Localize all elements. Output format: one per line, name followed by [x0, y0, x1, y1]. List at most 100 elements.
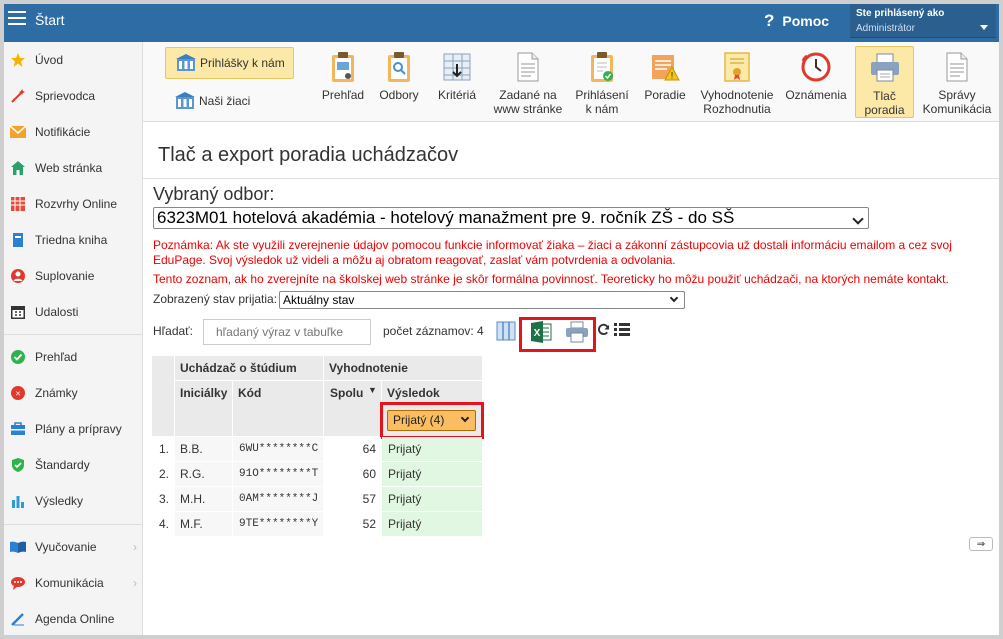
- refresh-icon: [597, 323, 610, 339]
- toolbar-ranking[interactable]: ! Poradie: [639, 46, 691, 118]
- sidebar-item-uvod[interactable]: Úvod: [4, 42, 143, 78]
- sidebar-item-label: Suplovanie: [35, 269, 95, 283]
- toolbar-evaluation[interactable]: Vyhodnotenie Rozhodnutia: [699, 46, 775, 118]
- row-number: 1.: [152, 437, 174, 461]
- result-filter-select[interactable]: Prijatý (4): [387, 410, 476, 431]
- certificate-icon: [720, 50, 754, 84]
- toolbar-notices[interactable]: Oznámenia: [784, 46, 848, 118]
- sidebar-item-label: Úvod: [35, 53, 64, 67]
- our-students-label: Naši žiaci: [199, 94, 251, 108]
- sidebar-divider: [4, 334, 143, 335]
- cell-total: 64: [324, 437, 381, 461]
- sidebar-item-notifikacie[interactable]: Notifikácie: [4, 114, 143, 150]
- sidebar-item-rozvrhy[interactable]: Rozvrhy Online: [4, 186, 143, 222]
- toolbar-label: Oznámenia: [785, 88, 847, 102]
- check-circle-icon: [9, 348, 27, 366]
- toolbar-label: Prehľad: [321, 88, 365, 102]
- columns-icon: [496, 321, 516, 344]
- sidebar-item-label: Agenda Online: [35, 612, 115, 626]
- user-label: Ste prihlásený ako: [856, 8, 945, 19]
- open-book-icon: [9, 538, 27, 556]
- toolbar-fields[interactable]: Odbory: [374, 46, 424, 118]
- clipboard-search-icon: [382, 50, 416, 84]
- sidebar-item-label: Udalosti: [35, 305, 79, 319]
- cell-code: 0AM********J: [233, 487, 323, 511]
- sidebar-item-triedna-kniha[interactable]: Triedna kniha: [4, 222, 143, 258]
- sidebar-item-agenda[interactable]: Agenda Online: [4, 601, 143, 637]
- print-button[interactable]: [564, 321, 590, 345]
- sidebar-item-prehlad[interactable]: Prehľad: [4, 339, 143, 375]
- clipboard-eye-icon: [326, 50, 360, 84]
- table-group-header: Vyhodnotenie: [324, 356, 482, 380]
- toolbar-label: k nám: [585, 102, 619, 116]
- refresh-button[interactable]: [596, 322, 610, 340]
- user-menu[interactable]: Ste prihlásený ako Administrátor: [850, 4, 996, 38]
- note-formal: Tento zoznam, ak ho zverejníte na školsk…: [153, 272, 949, 286]
- column-header-total[interactable]: Spolu ▼: [324, 381, 381, 436]
- search-input[interactable]: [203, 319, 371, 345]
- sidebar-item-sprievodca[interactable]: Sprievodca: [4, 78, 143, 114]
- toolbar-registered[interactable]: Prihlásení k nám: [573, 46, 631, 118]
- sidebar-divider: [4, 524, 143, 525]
- list-view-button[interactable]: [613, 322, 631, 340]
- module-toolbar: Prihlášky k nám Naši žiaci Prehľad Odbor…: [143, 42, 999, 122]
- help-button[interactable]: ? Pomoc: [764, 11, 829, 31]
- status-select-value: Aktuálny stav: [283, 293, 355, 307]
- toolbar-label: Zadané na: [499, 88, 557, 102]
- column-header-code[interactable]: Kód: [233, 381, 323, 436]
- chevron-down-icon: [669, 293, 679, 303]
- chevron-right-icon: ›: [133, 540, 137, 554]
- document-icon: [940, 50, 974, 84]
- sidebar-item-label: Prehľad: [35, 350, 78, 364]
- chevron-down-icon: [852, 213, 864, 225]
- toolbar-overview[interactable]: Prehľad: [318, 46, 368, 118]
- toolbar-print-ranking[interactable]: Tlač poradia: [855, 46, 914, 118]
- menu-icon[interactable]: [8, 11, 26, 25]
- sidebar-item-label: Komunikácia: [35, 576, 104, 590]
- search-label: Hľadať:: [153, 324, 194, 338]
- sidebar-item-plany[interactable]: Plány a prípravy: [4, 411, 143, 447]
- toolbar-criteria[interactable]: Kritériá: [431, 46, 483, 118]
- scroll-right-button[interactable]: ⇒: [969, 537, 993, 551]
- cell-result: Prijatý: [382, 487, 482, 511]
- cell-total: 52: [324, 512, 381, 536]
- sidebar-item-label: Výsledky: [35, 494, 84, 508]
- sidebar-item-standardy[interactable]: Štandardy: [4, 447, 143, 483]
- columns-toggle-button[interactable]: [495, 321, 517, 343]
- sidebar-item-udalosti[interactable]: Udalosti: [4, 294, 143, 330]
- cell-total: 57: [324, 487, 381, 511]
- toolbar-messages[interactable]: Správy Komunikácia: [920, 46, 994, 118]
- sidebar-item-komunikacia[interactable]: Komunikácia ›: [4, 565, 143, 601]
- applications-label: Prihlášky k nám: [200, 56, 285, 70]
- document-icon: [511, 50, 545, 84]
- column-header-initials[interactable]: Iniciálky: [175, 381, 232, 436]
- toolbar-label: Rozhodnutia: [703, 102, 771, 116]
- applications-button[interactable]: Prihlášky k nám: [165, 47, 294, 79]
- app-title[interactable]: Štart: [35, 12, 65, 28]
- wand-icon: [9, 87, 27, 105]
- export-excel-button[interactable]: X: [529, 320, 553, 345]
- sidebar-item-znamky[interactable]: × Známky: [4, 375, 143, 411]
- pen-icon: [9, 610, 27, 628]
- sidebar-item-web[interactable]: Web stránka: [4, 150, 143, 186]
- field-select[interactable]: 6323M01 hotelová akadémia - hotelový man…: [153, 207, 869, 229]
- status-select[interactable]: Aktuálny stav: [279, 291, 685, 309]
- cell-code: 9TE********Y: [233, 512, 323, 536]
- row-number: 4.: [152, 512, 174, 536]
- svg-text:×: ×: [15, 389, 20, 399]
- sidebar-item-vyucovanie[interactable]: Vyučovanie ›: [4, 529, 143, 565]
- cell-initials: M.F.: [175, 512, 232, 536]
- chevron-right-icon: ›: [133, 576, 137, 590]
- our-students-button[interactable]: Naši žiaci: [165, 85, 294, 117]
- toolbar-published-web[interactable]: Zadané na www stránke: [491, 46, 565, 118]
- clipboard-check-icon: [585, 50, 619, 84]
- question-icon: ?: [764, 11, 775, 30]
- sidebar-item-suplovanie[interactable]: Suplovanie: [4, 258, 143, 294]
- chevron-down-icon: [460, 413, 470, 423]
- title-divider: [143, 178, 999, 179]
- ranking-warning-icon: !: [648, 50, 682, 84]
- sidebar-item-vysledky[interactable]: Výsledky: [4, 483, 143, 519]
- help-label: Pomoc: [782, 13, 830, 29]
- sidebar-item-label: Notifikácie: [35, 125, 91, 139]
- sidebar-item-label: Štandardy: [35, 458, 90, 472]
